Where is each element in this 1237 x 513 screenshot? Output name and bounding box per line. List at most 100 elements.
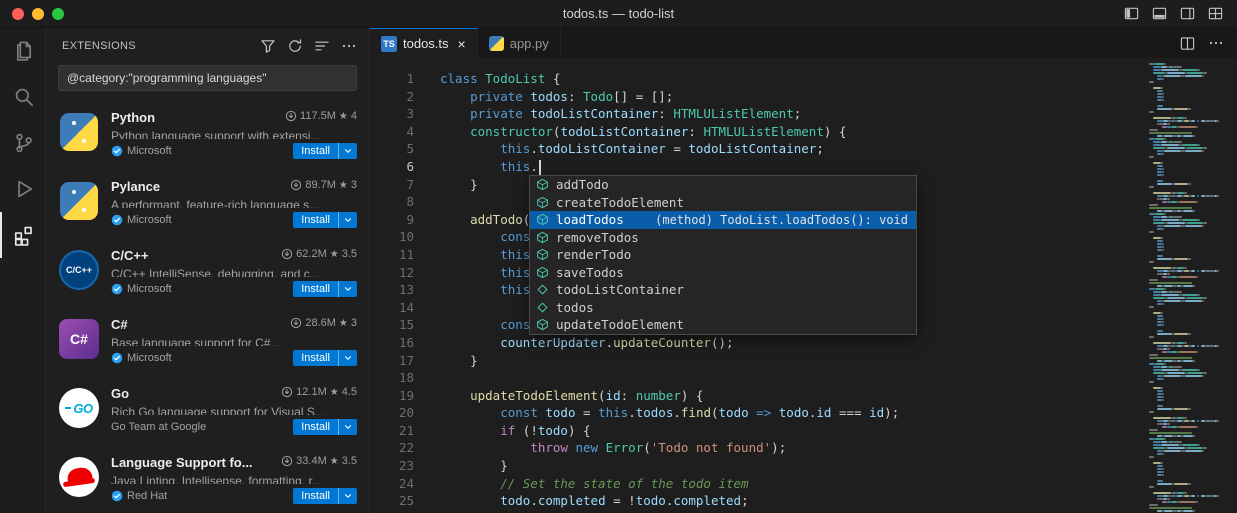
more-icon[interactable] bbox=[341, 38, 357, 54]
more-icon[interactable] bbox=[1208, 35, 1224, 51]
line-number: 16 bbox=[370, 334, 440, 352]
suggest-item[interactable]: createTodoElement bbox=[530, 194, 916, 212]
install-button[interactable]: Install bbox=[293, 281, 357, 297]
tab-app-py[interactable]: app.py bbox=[478, 28, 561, 58]
activity-item-extensions[interactable] bbox=[0, 212, 45, 258]
install-dropdown-button[interactable] bbox=[338, 350, 357, 366]
symbol-method-icon bbox=[536, 318, 550, 331]
suggest-item[interactable]: removeTodos bbox=[530, 229, 916, 247]
refresh-icon[interactable] bbox=[287, 38, 303, 54]
layout-grid-icon[interactable] bbox=[1208, 6, 1223, 21]
extension-item[interactable]: Pylance89.7M★3A performant, feature-rich… bbox=[46, 169, 369, 238]
python-logo-icon bbox=[60, 113, 98, 151]
extension-logo: C/C++ bbox=[58, 249, 100, 291]
chevron-down-icon bbox=[344, 492, 352, 500]
tab-close-icon[interactable]: × bbox=[458, 36, 466, 52]
line-number: 14 bbox=[370, 299, 440, 317]
install-dropdown-button[interactable] bbox=[338, 143, 357, 159]
code-line[interactable]: 21 if (!todo) { bbox=[370, 422, 1142, 440]
extension-item[interactable]: Python117.5M★4Python language support wi… bbox=[46, 100, 369, 169]
suggest-item[interactable]: saveTodos bbox=[530, 264, 916, 282]
line-number: 22 bbox=[370, 439, 440, 457]
code-line[interactable]: 6 this. bbox=[370, 158, 1142, 176]
tab-todos-ts[interactable]: TStodos.ts× bbox=[370, 28, 478, 58]
cloud-download-icon bbox=[285, 110, 297, 122]
minimap[interactable] bbox=[1142, 58, 1237, 513]
extension-footer-row: MicrosoftInstall bbox=[111, 350, 357, 366]
extension-item[interactable]: C/C++ C/C++62.2M★3.5C/C++ IntelliSense, d… bbox=[46, 238, 369, 307]
suggest-item[interactable]: updateTodoElement bbox=[530, 316, 916, 334]
code-line[interactable]: 24 // Set the state of the todo item bbox=[370, 475, 1142, 493]
suggest-item[interactable]: todos bbox=[530, 299, 916, 317]
suggest-detail: (method) TodoList.loadTodos(): void bbox=[655, 213, 910, 227]
install-button[interactable]: Install bbox=[293, 350, 357, 366]
install-dropdown-button[interactable] bbox=[338, 488, 357, 504]
line-content: } bbox=[440, 352, 1142, 370]
verified-icon bbox=[111, 352, 123, 364]
publisher-name: Go Team at Google bbox=[111, 421, 206, 433]
install-button[interactable]: Install bbox=[293, 488, 357, 504]
install-dropdown-button[interactable] bbox=[338, 281, 357, 297]
line-number: 21 bbox=[370, 422, 440, 440]
extension-item[interactable]: GOGo12.1M★4.5Rich Go language support fo… bbox=[46, 376, 369, 445]
code-line[interactable]: 25 todo.completed = !todo.completed; bbox=[370, 492, 1142, 510]
layout-controls bbox=[1124, 6, 1223, 21]
extensions-icon bbox=[13, 224, 35, 246]
filter-icon[interactable] bbox=[260, 38, 276, 54]
panel-right-icon[interactable] bbox=[1180, 6, 1195, 21]
line-content: constructor(todoListContainer: HTMLUList… bbox=[440, 123, 1142, 141]
text-cursor bbox=[539, 160, 541, 175]
install-dropdown-button[interactable] bbox=[338, 212, 357, 228]
code-line[interactable]: 2 private todos: Todo[] = []; bbox=[370, 88, 1142, 106]
code-line[interactable]: 18 bbox=[370, 369, 1142, 387]
line-number: 23 bbox=[370, 457, 440, 475]
line-number: 8 bbox=[370, 193, 440, 211]
suggest-item[interactable]: renderTodo bbox=[530, 246, 916, 264]
install-button[interactable]: Install bbox=[293, 212, 357, 228]
split-editor-icon[interactable] bbox=[1180, 36, 1195, 51]
minimize-window-button[interactable] bbox=[32, 8, 44, 20]
publisher: Go Team at Google bbox=[111, 421, 206, 433]
code-line[interactable]: 20 const todo = this.todos.find(todo => … bbox=[370, 404, 1142, 422]
code-line[interactable]: 4 constructor(todoListContainer: HTMLULi… bbox=[370, 123, 1142, 141]
code-line[interactable]: 3 private todoListContainer: HTMLUListEl… bbox=[370, 105, 1142, 123]
install-label: Install bbox=[293, 281, 338, 297]
code-line[interactable]: 5 this.todoListContainer = todoListConta… bbox=[370, 140, 1142, 158]
close-window-button[interactable] bbox=[12, 8, 24, 20]
chevron-down-icon bbox=[344, 216, 352, 224]
debug-icon bbox=[13, 178, 35, 200]
publisher: Red Hat bbox=[111, 490, 167, 502]
editor: 1class TodoList {2 private todos: Todo[]… bbox=[370, 58, 1237, 513]
extension-details: Language Support fo...33.4M★3.5Java Lint… bbox=[111, 455, 357, 504]
maximize-window-button[interactable] bbox=[52, 8, 64, 20]
line-number: 6 bbox=[370, 158, 440, 176]
activity-item-run-debug[interactable] bbox=[0, 166, 45, 212]
code-line[interactable]: 23 } bbox=[370, 457, 1142, 475]
code-line[interactable]: 22 throw new Error('Todo not found'); bbox=[370, 439, 1142, 457]
suggest-item[interactable]: todoListContainer bbox=[530, 281, 916, 299]
extensions-search-input[interactable] bbox=[59, 71, 356, 85]
activity-item-search[interactable] bbox=[0, 74, 45, 120]
extension-item[interactable]: C#C#28.6M★3Base language support for C#.… bbox=[46, 307, 369, 376]
suggest-item[interactable]: addTodo bbox=[530, 176, 916, 194]
install-button[interactable]: Install bbox=[293, 419, 357, 435]
code-line[interactable]: 19 updateTodoElement(id: number) { bbox=[370, 387, 1142, 405]
publisher: Microsoft bbox=[111, 145, 172, 157]
extension-title-row: Language Support fo...33.4M★3.5 bbox=[111, 455, 357, 470]
code-line[interactable]: 16 counterUpdater.updateCounter(); bbox=[370, 334, 1142, 352]
install-button[interactable]: Install bbox=[293, 143, 357, 159]
extension-details: C/C++62.2M★3.5C/C++ IntelliSense, debugg… bbox=[111, 248, 357, 297]
panel-bottom-icon[interactable] bbox=[1152, 6, 1167, 21]
panel-left-icon[interactable] bbox=[1124, 6, 1139, 21]
clear-icon[interactable] bbox=[314, 38, 330, 54]
activity-item-source-control[interactable] bbox=[0, 120, 45, 166]
line-content: private todoListContainer: HTMLUListElem… bbox=[440, 105, 1142, 123]
install-dropdown-button[interactable] bbox=[338, 419, 357, 435]
line-content: // Set the state of the todo item bbox=[440, 475, 1142, 493]
source-control-icon bbox=[13, 132, 35, 154]
extension-item[interactable]: Language Support fo...33.4M★3.5Java Lint… bbox=[46, 445, 369, 513]
code-line[interactable]: 17 } bbox=[370, 352, 1142, 370]
activity-item-explorer[interactable] bbox=[0, 28, 45, 74]
suggest-item[interactable]: loadTodos(method) TodoList.loadTodos(): … bbox=[530, 211, 916, 229]
code-line[interactable]: 1class TodoList { bbox=[370, 70, 1142, 88]
